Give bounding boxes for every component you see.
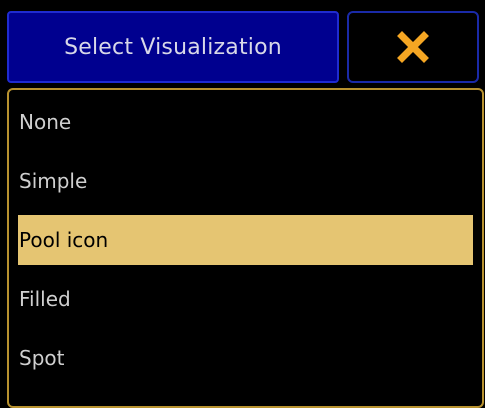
list-item-label: Simple: [19, 169, 88, 193]
list-item-pool-icon[interactable]: Pool icon: [18, 215, 473, 265]
list-item-label: Filled: [19, 287, 71, 311]
list-item-spot[interactable]: Spot: [18, 333, 473, 383]
list-item-simple[interactable]: Simple: [18, 156, 473, 206]
list-item-label: Spot: [19, 346, 65, 370]
list-item-none[interactable]: None: [18, 97, 473, 147]
close-button[interactable]: [347, 11, 479, 83]
list-item-label: Pool icon: [19, 228, 109, 252]
list-item-filled[interactable]: Filled: [18, 274, 473, 324]
list-item-label: None: [19, 110, 72, 134]
dialog-title-label: Select Visualization: [64, 34, 282, 60]
dialog-title: Select Visualization: [7, 11, 339, 83]
close-x-icon: [397, 31, 429, 63]
visualization-list: None Simple Pool icon Filled Spot: [7, 88, 484, 408]
